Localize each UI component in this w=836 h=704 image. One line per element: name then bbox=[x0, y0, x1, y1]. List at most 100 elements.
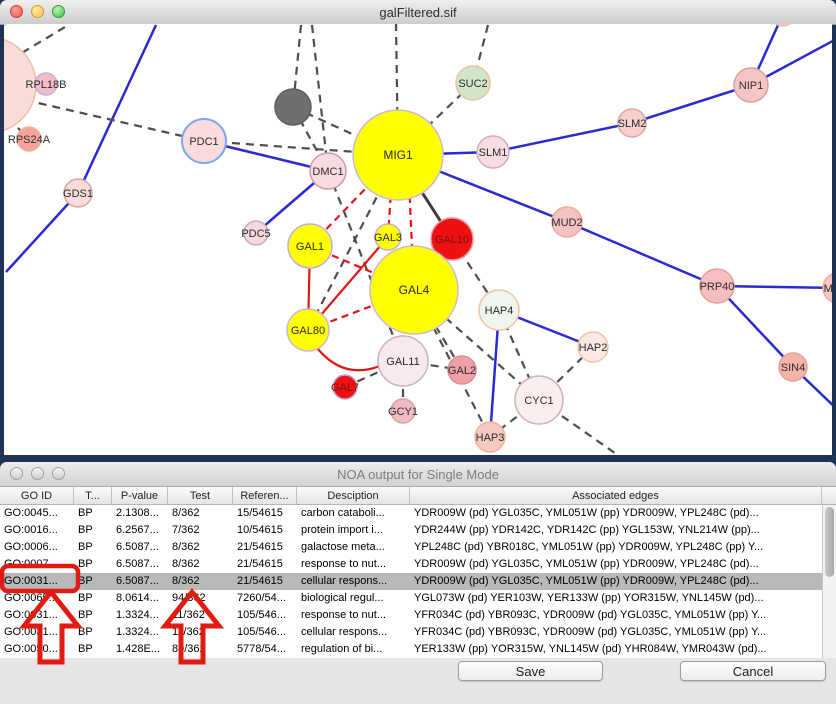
cell-go_id: GO:0045... bbox=[0, 505, 74, 522]
scrollbar-thumb[interactable] bbox=[825, 507, 834, 577]
column-header-associated-edges[interactable]: Associated edges bbox=[410, 487, 822, 504]
cell-reference: 5778/54... bbox=[233, 641, 297, 658]
node-SUC2[interactable] bbox=[456, 66, 490, 100]
cell-test: 8/362 bbox=[168, 556, 233, 573]
cell-description: cellular respons... bbox=[297, 573, 410, 590]
column-header-referen-[interactable]: Referen... bbox=[233, 487, 297, 504]
table-row[interactable]: GO:0016...BP6.2567...7/36210/54615protei… bbox=[0, 522, 822, 539]
column-header-desciption[interactable]: Desciption bbox=[297, 487, 410, 504]
node-GDS1[interactable] bbox=[64, 179, 92, 207]
cell-p_value: 6.5087... bbox=[112, 556, 168, 573]
minimize-button[interactable] bbox=[31, 5, 44, 18]
screen: { "window_top": { "title": "galFiltered.… bbox=[0, 0, 836, 704]
node-SIN4[interactable] bbox=[779, 353, 807, 381]
cell-edges: YDR244W (pp) YDR142C, YDR142C (pp) YGL15… bbox=[410, 522, 822, 539]
cell-edges: YFR034C (pd) YBR093C, YDR009W (pd) YGL03… bbox=[410, 624, 822, 641]
node-MIG1[interactable] bbox=[353, 110, 443, 200]
node-MUD2[interactable] bbox=[552, 207, 582, 237]
node-GAL1[interactable] bbox=[288, 224, 332, 268]
cell-edges: YER133W (pp) YOR315W, YNL145W (pd) YHR08… bbox=[410, 641, 822, 658]
cell-description: response to nut... bbox=[297, 556, 410, 573]
table-row[interactable]: GO:0031...BP6.5087...8/36221/54615cellul… bbox=[0, 573, 822, 590]
cell-test: 8/362 bbox=[168, 539, 233, 556]
cell-test: 11/362 bbox=[168, 607, 233, 624]
table-row[interactable]: GO:0007...BP6.5087...8/36221/54615respon… bbox=[0, 556, 822, 573]
table-row[interactable]: GO:0031...BP1.3324...11/362105/546...cel… bbox=[0, 624, 822, 641]
node-PRP40[interactable] bbox=[700, 269, 734, 303]
save-button[interactable]: Save bbox=[458, 661, 603, 681]
node-GAL3[interactable] bbox=[375, 224, 401, 250]
cell-p_value: 1.428E... bbox=[112, 641, 168, 658]
cell-test: 8/362 bbox=[168, 505, 233, 522]
cell-p_value: 1.3324... bbox=[112, 607, 168, 624]
node-RPS24A[interactable] bbox=[17, 127, 41, 151]
node-HAP2[interactable] bbox=[578, 332, 608, 362]
table-row[interactable]: GO:0006...BP6.5087...8/36221/54615galact… bbox=[0, 539, 822, 556]
cell-p_value: 6.5087... bbox=[112, 573, 168, 590]
table-row[interactable]: GO:0031...BP1.3324...11/362105/546...res… bbox=[0, 607, 822, 624]
minimize-button-inactive[interactable] bbox=[31, 467, 44, 480]
node-PDC5[interactable] bbox=[244, 221, 268, 245]
table-row[interactable]: GO:0045...BP2.1308...8/36215/54615carbon… bbox=[0, 505, 822, 522]
cell-reference: 105/546... bbox=[233, 607, 297, 624]
node-GCY1[interactable] bbox=[391, 399, 415, 423]
vertical-scrollbar[interactable] bbox=[822, 505, 836, 658]
node-PDC1[interactable] bbox=[182, 119, 226, 163]
cell-p_value: 6.2567... bbox=[112, 522, 168, 539]
column-header-p-value[interactable]: P-value bbox=[112, 487, 168, 504]
node-DMC1[interactable] bbox=[310, 153, 346, 189]
node-SLM2[interactable] bbox=[618, 109, 646, 137]
cell-edges: YDR009W (pd) YGL035C, YML051W (pp) YDR00… bbox=[410, 573, 822, 590]
cell-type: BP bbox=[74, 539, 112, 556]
zoom-button[interactable] bbox=[52, 5, 65, 18]
node-GAL2[interactable] bbox=[448, 356, 476, 384]
noa-window-title: NOA output for Single Mode bbox=[337, 467, 499, 482]
cell-type: BP bbox=[74, 641, 112, 658]
close-button[interactable] bbox=[10, 5, 23, 18]
network-window-title: galFiltered.sif bbox=[379, 5, 456, 20]
cell-reference: 21/54615 bbox=[233, 556, 297, 573]
button-panel: Save Cancel bbox=[0, 658, 836, 704]
cell-reference: 7260/54... bbox=[233, 590, 297, 607]
cell-reference: 15/54615 bbox=[233, 505, 297, 522]
cell-description: regulation of bi... bbox=[297, 641, 410, 658]
column-header-go-id[interactable]: GO ID bbox=[0, 487, 74, 504]
column-header-t-[interactable]: T... bbox=[74, 487, 112, 504]
cell-p_value: 8.0614... bbox=[112, 590, 168, 607]
node-GAL4[interactable] bbox=[370, 246, 458, 334]
node-NIP1[interactable] bbox=[734, 68, 768, 102]
node-HAP4[interactable] bbox=[479, 290, 519, 330]
cell-description: cellular respons... bbox=[297, 624, 410, 641]
node-SLM1[interactable] bbox=[477, 136, 509, 168]
node-HAP3[interactable] bbox=[475, 422, 505, 452]
table-row[interactable]: GO:0065...BP8.0614...94/3627260/54...bio… bbox=[0, 590, 822, 607]
network-canvas[interactable]: RPL18BRPS24AGDS1PDC1DMC1MIG1SUC2SLM1SLM2… bbox=[4, 24, 832, 455]
cell-reference: 105/546... bbox=[233, 624, 297, 641]
node-gray-node[interactable] bbox=[275, 89, 311, 125]
close-button-inactive[interactable] bbox=[10, 467, 23, 480]
results-table-header: GO IDT...P-valueTestReferen...Desciption… bbox=[0, 487, 836, 505]
cell-type: BP bbox=[74, 624, 112, 641]
column-header-test[interactable]: Test bbox=[168, 487, 233, 504]
zoom-button-inactive[interactable] bbox=[52, 467, 65, 480]
network-window-titlebar[interactable]: galFiltered.sif bbox=[0, 0, 836, 25]
cell-test: 11/362 bbox=[168, 624, 233, 641]
cell-type: BP bbox=[74, 556, 112, 573]
cell-go_id: GO:0031... bbox=[0, 624, 74, 641]
node-GAL11[interactable] bbox=[378, 336, 428, 386]
node-GAL80[interactable] bbox=[287, 309, 329, 351]
cell-edges: YGL073W (pd) YER103W, YER133W (pp) YOR31… bbox=[410, 590, 822, 607]
cell-p_value: 6.5087... bbox=[112, 539, 168, 556]
node-CYC1[interactable] bbox=[515, 376, 563, 424]
node-GAL7[interactable] bbox=[333, 375, 357, 399]
cancel-button[interactable]: Cancel bbox=[680, 661, 826, 681]
cell-edges: YPL248C (pd) YBR018C, YML051W (pp) YDR00… bbox=[410, 539, 822, 556]
table-row[interactable]: GO:0050...BP1.428E...80/3625778/54...reg… bbox=[0, 641, 822, 658]
cell-test: 8/362 bbox=[168, 573, 233, 590]
cell-edges: YDR009W (pd) YGL035C, YML051W (pp) YDR00… bbox=[410, 556, 822, 573]
node-RPL18B[interactable] bbox=[35, 73, 57, 95]
noa-window-titlebar[interactable]: NOA output for Single Mode bbox=[0, 462, 836, 487]
cell-go_id: GO:0006... bbox=[0, 539, 74, 556]
cell-description: response to nut... bbox=[297, 607, 410, 624]
cell-go_id: GO:0031... bbox=[0, 573, 74, 590]
